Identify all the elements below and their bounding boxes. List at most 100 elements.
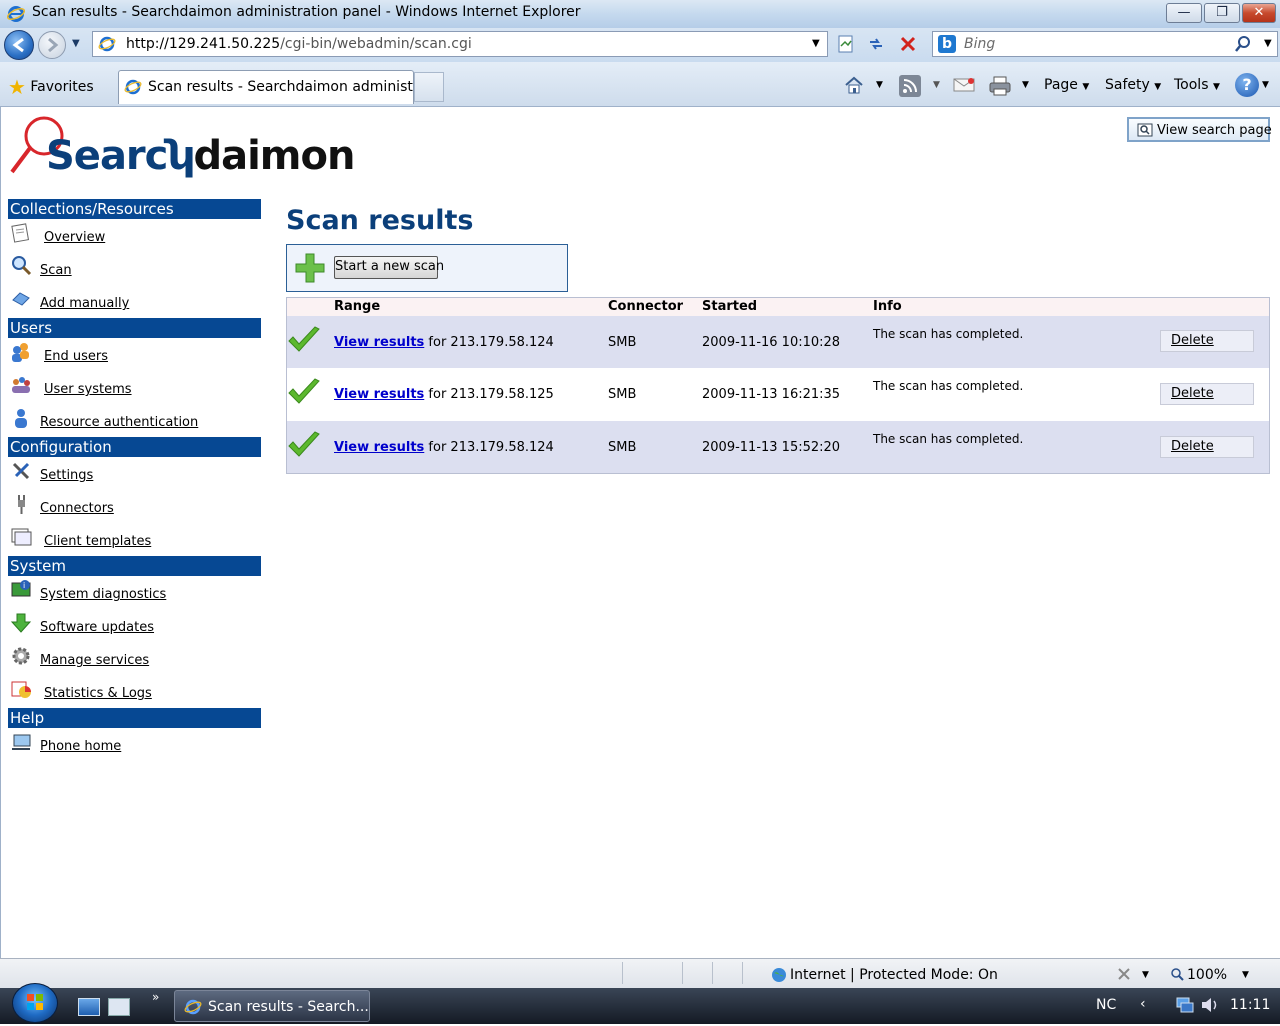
user-systems-icon bbox=[10, 374, 32, 400]
sidebar-item-add-manually[interactable]: Add manually bbox=[40, 296, 129, 311]
range-value: for 213.179.58.125 bbox=[428, 387, 554, 402]
window-title: Scan results - Searchdaimon administrati… bbox=[32, 4, 581, 20]
sidebar-item-phone-home[interactable]: Phone home bbox=[40, 739, 121, 754]
tools-menu[interactable]: Tools ▼ bbox=[1174, 77, 1220, 93]
tools-menu-chevron-icon: ▼ bbox=[1212, 82, 1220, 92]
range-cell: View results for 213.179.58.124 bbox=[334, 440, 554, 455]
checkmark-icon bbox=[288, 431, 320, 457]
add-plus-icon[interactable] bbox=[294, 252, 326, 284]
sidebar-item-manage-services[interactable]: Manage services bbox=[40, 653, 149, 668]
software-updates-arrow-icon bbox=[10, 612, 32, 638]
sidebar-item-client-templates[interactable]: Client templates bbox=[44, 534, 151, 549]
feeds-icon[interactable] bbox=[899, 75, 921, 97]
popup-dropdown-icon[interactable]: ▼ bbox=[1142, 970, 1149, 980]
view-results-link[interactable]: View results bbox=[334, 387, 424, 402]
sidebar-item-software-updates[interactable]: Software updates bbox=[40, 620, 154, 635]
back-arrow-icon bbox=[12, 37, 24, 53]
clock[interactable]: 11:11 bbox=[1230, 997, 1270, 1013]
sidebar-item-system-diagnostics[interactable]: System diagnostics bbox=[40, 587, 166, 602]
language-indicator[interactable]: NC bbox=[1096, 997, 1116, 1013]
help-dropdown-icon[interactable]: ▼ bbox=[1262, 80, 1269, 90]
started-cell: 2009-11-13 15:52:20 bbox=[702, 440, 841, 455]
minimize-button[interactable]: — bbox=[1166, 3, 1202, 23]
print-icon[interactable] bbox=[988, 75, 1012, 97]
safety-menu[interactable]: Safety ▼ bbox=[1105, 77, 1161, 93]
tools-menu-label: Tools bbox=[1174, 77, 1209, 93]
network-icon[interactable] bbox=[1175, 996, 1195, 1014]
range-value: for 213.179.58.124 bbox=[428, 440, 554, 455]
searchdaimon-logo[interactable]: Searcʮdaimon bbox=[8, 116, 408, 178]
start-button[interactable] bbox=[12, 983, 58, 1023]
mail-icon[interactable] bbox=[953, 77, 975, 93]
sidebar-header-configuration: Configuration bbox=[8, 437, 261, 457]
help-icon[interactable]: ? bbox=[1235, 73, 1259, 97]
start-new-scan-button[interactable]: Start a new scan bbox=[334, 256, 444, 279]
home-icon[interactable] bbox=[843, 74, 865, 96]
show-desktop-icon[interactable] bbox=[78, 998, 100, 1016]
zoom-dropdown-icon[interactable]: ▼ bbox=[1242, 970, 1249, 980]
checkmark-icon bbox=[288, 326, 320, 352]
feeds-dropdown-icon[interactable]: ▼ bbox=[933, 80, 940, 90]
view-results-link[interactable]: View results bbox=[334, 335, 424, 350]
switch-windows-icon[interactable] bbox=[108, 998, 130, 1016]
stop-icon[interactable] bbox=[898, 34, 918, 54]
view-results-link[interactable]: View results bbox=[334, 440, 424, 455]
new-tab-button[interactable] bbox=[414, 72, 444, 102]
delete-button[interactable]: Delete bbox=[1160, 436, 1254, 458]
logo-text-right: daimon bbox=[193, 133, 355, 179]
sidebar-header-users: Users bbox=[8, 318, 261, 338]
sidebar-header-collections: Collections/Resources bbox=[8, 199, 261, 219]
page-content bbox=[0, 107, 1280, 958]
bing-logo-icon: b bbox=[938, 35, 956, 53]
connector-cell: SMB bbox=[608, 440, 637, 455]
favorites-button[interactable]: ★ Favorites bbox=[8, 75, 94, 99]
sidebar-item-settings[interactable]: Settings bbox=[40, 468, 93, 483]
internet-globe-icon bbox=[772, 968, 786, 982]
sidebar-item-end-users[interactable]: End users bbox=[44, 349, 108, 364]
maximize-button[interactable]: ❐ bbox=[1204, 3, 1240, 23]
popup-blocker-icon[interactable] bbox=[1116, 966, 1134, 982]
sidebar-item-overview[interactable]: Overview bbox=[44, 230, 105, 245]
forward-button[interactable] bbox=[38, 31, 66, 59]
volume-icon[interactable] bbox=[1200, 996, 1220, 1014]
refresh-icon[interactable] bbox=[866, 34, 886, 54]
info-cell: The scan has completed. bbox=[873, 432, 1024, 446]
windows-logo-icon bbox=[27, 994, 43, 1010]
sidebar-item-scan[interactable]: Scan bbox=[40, 263, 72, 278]
status-divider bbox=[622, 962, 623, 984]
sidebar-item-connectors[interactable]: Connectors bbox=[40, 501, 114, 516]
close-button[interactable]: ✕ bbox=[1242, 3, 1276, 23]
manage-services-gear-icon bbox=[10, 645, 32, 671]
quick-launch-chevron[interactable]: » bbox=[152, 990, 159, 1004]
view-search-page-button[interactable]: View search page bbox=[1127, 117, 1272, 142]
page-menu-chevron-icon: ▼ bbox=[1082, 82, 1090, 92]
search-icon[interactable] bbox=[1234, 35, 1252, 53]
sidebar-item-user-systems[interactable]: User systems bbox=[44, 382, 132, 397]
address-url[interactable]: http://129.241.50.225/cgi-bin/webadmin/s… bbox=[126, 36, 472, 52]
back-button[interactable] bbox=[4, 30, 34, 60]
address-path: /cgi-bin/webadmin/scan.cgi bbox=[280, 36, 472, 52]
delete-button[interactable]: Delete bbox=[1160, 330, 1254, 352]
tab-ie-icon bbox=[124, 79, 142, 95]
sidebar-item-statistics-logs[interactable]: Statistics & Logs bbox=[44, 686, 152, 701]
page-menu[interactable]: Page ▼ bbox=[1044, 77, 1089, 93]
page-ie-icon bbox=[98, 36, 116, 52]
column-header-info: Info bbox=[873, 299, 902, 314]
history-dropdown-icon[interactable]: ▼ bbox=[72, 38, 80, 49]
zoom-level[interactable]: 100% bbox=[1187, 967, 1227, 983]
search-options-icon[interactable]: ▼ bbox=[1264, 38, 1272, 49]
compatibility-view-icon[interactable] bbox=[836, 34, 856, 54]
address-host: http://129.241.50.225 bbox=[126, 36, 281, 52]
print-dropdown-icon[interactable]: ▼ bbox=[1022, 80, 1029, 90]
sidebar-item-resource-authentication[interactable]: Resource authentication bbox=[40, 415, 198, 430]
delete-button[interactable]: Delete bbox=[1160, 383, 1254, 405]
forward-arrow-icon bbox=[48, 37, 59, 53]
search-placeholder: Bing bbox=[964, 36, 996, 52]
column-header-started: Started bbox=[702, 299, 758, 314]
home-dropdown-icon[interactable]: ▼ bbox=[876, 80, 883, 90]
system-diagnostics-icon: i bbox=[10, 579, 32, 605]
info-cell: The scan has completed. bbox=[873, 327, 1024, 341]
security-zone-status[interactable]: Internet | Protected Mode: On bbox=[790, 967, 998, 983]
address-dropdown-icon[interactable]: ▼ bbox=[812, 38, 820, 49]
tray-expand-icon[interactable]: ‹ bbox=[1140, 996, 1146, 1012]
